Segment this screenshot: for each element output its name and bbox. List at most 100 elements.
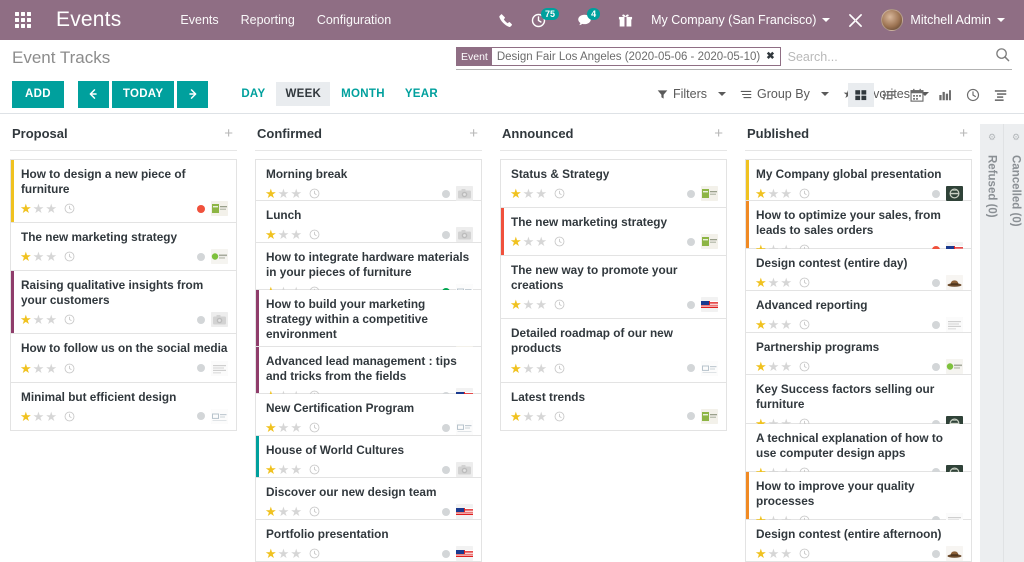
star-1-icon[interactable]: ★	[510, 298, 522, 311]
activity-view-button[interactable]	[960, 83, 986, 107]
kanban-card[interactable]: How to improve your quality processes ★★…	[745, 471, 972, 528]
kanban-status-dot[interactable]	[442, 465, 450, 474]
priority-stars[interactable]: ★★★	[265, 463, 302, 476]
kanban-status-dot[interactable]	[197, 364, 205, 373]
kanban-status-dot[interactable]	[197, 315, 205, 324]
add-card-button[interactable]: +	[712, 126, 725, 141]
star-1-icon[interactable]: ★	[265, 187, 277, 200]
kanban-card[interactable]: A technical explanation of how to use co…	[745, 423, 972, 480]
activity-clock-icon[interactable]	[309, 422, 320, 433]
star-3-icon[interactable]: ★	[45, 250, 57, 263]
star-3-icon[interactable]: ★	[290, 228, 302, 241]
star-3-icon[interactable]: ★	[290, 547, 302, 560]
activity-clock-icon[interactable]	[554, 236, 565, 247]
debug-menu-button[interactable]	[839, 0, 872, 40]
kanban-status-dot[interactable]	[687, 364, 695, 373]
star-3-icon[interactable]: ★	[780, 187, 792, 200]
activity-clock-icon[interactable]	[64, 411, 75, 422]
company-switcher[interactable]: My Company (San Francisco)	[642, 0, 839, 40]
activity-clock-icon[interactable]	[799, 548, 810, 559]
list-view-button[interactable]	[876, 83, 902, 107]
kanban-card[interactable]: How to optimize your sales, from leads t…	[745, 201, 972, 258]
priority-stars[interactable]: ★★★	[20, 313, 57, 326]
kanban-card[interactable]: Detailed roadmap of our new products ★ ★ ★	[500, 319, 727, 383]
star-1-icon[interactable]: ★	[510, 410, 522, 423]
graph-view-button[interactable]	[932, 83, 958, 107]
star-3-icon[interactable]: ★	[780, 547, 792, 560]
star-3-icon[interactable]: ★	[780, 318, 792, 331]
star-2-icon[interactable]: ★	[33, 410, 45, 423]
star-3-icon[interactable]: ★	[45, 202, 57, 215]
kanban-card[interactable]: How to integrate hardware materials in y…	[255, 243, 482, 300]
user-menu-button[interactable]: Mitchell Admin	[872, 0, 1014, 40]
star-2-icon[interactable]: ★	[768, 187, 780, 200]
kanban-status-dot[interactable]	[442, 230, 450, 239]
activity-clock-icon[interactable]	[554, 299, 565, 310]
scale-year-button[interactable]: YEAR	[396, 82, 447, 106]
star-3-icon[interactable]: ★	[780, 276, 792, 289]
kanban-card[interactable]: The new marketing strategy ★ ★ ★	[10, 223, 237, 272]
activity-clock-icon[interactable]	[309, 188, 320, 199]
activity-clock-icon[interactable]	[799, 361, 810, 372]
kanban-card[interactable]: How to design a new piece of furniture ★…	[10, 159, 237, 224]
activity-clock-icon[interactable]	[309, 464, 320, 475]
activity-clock-icon[interactable]	[309, 548, 320, 559]
kanban-status-dot[interactable]	[442, 549, 450, 558]
priority-stars[interactable]: ★★★	[755, 187, 792, 200]
star-3-icon[interactable]: ★	[535, 298, 547, 311]
priority-stars[interactable]: ★★★	[755, 276, 792, 289]
star-2-icon[interactable]: ★	[33, 362, 45, 375]
kanban-status-dot[interactable]	[687, 300, 695, 309]
star-3-icon[interactable]: ★	[45, 362, 57, 375]
star-2-icon[interactable]: ★	[33, 202, 45, 215]
search-input[interactable]	[780, 49, 995, 64]
kanban-card[interactable]: Key Success factors selling our furnitur…	[745, 375, 972, 432]
menu-item-events[interactable]: Events	[169, 0, 229, 40]
kanban-card[interactable]: The new way to promote your creations ★ ★…	[500, 256, 727, 320]
priority-stars[interactable]: ★★★	[755, 360, 792, 373]
priority-stars[interactable]: ★★★	[510, 410, 547, 423]
star-3-icon[interactable]: ★	[535, 235, 547, 248]
gear-icon[interactable]: ⚙	[1012, 132, 1020, 143]
next-period-button[interactable]	[177, 80, 209, 108]
star-2-icon[interactable]: ★	[768, 360, 780, 373]
kanban-card[interactable]: How to build your marketing strategy wit…	[255, 289, 482, 362]
previous-period-button[interactable]	[77, 80, 109, 108]
priority-stars[interactable]: ★★★	[20, 410, 57, 423]
kanban-card[interactable]: Design contest (entire afternoon) ★ ★ ★	[745, 520, 972, 562]
star-1-icon[interactable]: ★	[510, 187, 522, 200]
search-facet-event[interactable]: Event Design Fair Los Angeles (2020-05-0…	[456, 47, 781, 66]
star-3-icon[interactable]: ★	[535, 362, 547, 375]
star-3-icon[interactable]: ★	[290, 187, 302, 200]
kanban-folded-column-0[interactable]: ⚙ Refused (0)	[980, 124, 1004, 562]
star-2-icon[interactable]: ★	[278, 421, 290, 434]
priority-stars[interactable]: ★★★	[510, 362, 547, 375]
kanban-card[interactable]: Advanced reporting ★ ★ ★	[745, 291, 972, 334]
menu-item-configuration[interactable]: Configuration	[306, 0, 402, 40]
star-1-icon[interactable]: ★	[755, 276, 767, 289]
activity-clock-icon[interactable]	[554, 411, 565, 422]
activity-clock-icon[interactable]	[64, 363, 75, 374]
activity-clock-icon[interactable]	[554, 363, 565, 374]
star-1-icon[interactable]: ★	[755, 547, 767, 560]
star-1-icon[interactable]: ★	[20, 362, 32, 375]
kanban-view-button[interactable]	[848, 83, 874, 107]
star-2-icon[interactable]: ★	[523, 410, 535, 423]
priority-stars[interactable]: ★★★	[755, 547, 792, 560]
star-1-icon[interactable]: ★	[20, 202, 32, 215]
priority-stars[interactable]: ★★★	[510, 298, 547, 311]
kanban-status-dot[interactable]	[197, 252, 205, 261]
priority-stars[interactable]: ★★★	[510, 187, 547, 200]
star-2-icon[interactable]: ★	[523, 362, 535, 375]
star-2-icon[interactable]: ★	[278, 228, 290, 241]
kanban-card[interactable]: Lunch ★ ★ ★	[255, 201, 482, 243]
add-button[interactable]: ADD	[12, 80, 64, 108]
kanban-status-dot[interactable]	[442, 189, 450, 198]
kanban-status-dot[interactable]	[687, 412, 695, 421]
star-2-icon[interactable]: ★	[278, 463, 290, 476]
kanban-status-dot[interactable]	[197, 204, 205, 213]
kanban-card[interactable]: The new marketing strategy ★ ★ ★	[500, 208, 727, 257]
activity-clock-icon[interactable]	[309, 506, 320, 517]
star-2-icon[interactable]: ★	[768, 547, 780, 560]
priority-stars[interactable]: ★★★	[20, 362, 57, 375]
